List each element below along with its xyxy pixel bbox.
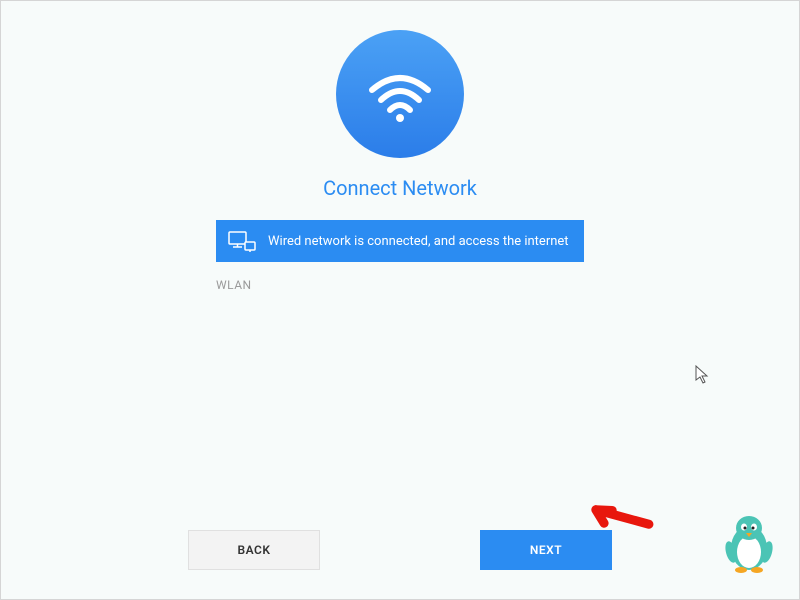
button-row: BACK NEXT	[0, 530, 800, 570]
penguin-mascot-icon	[723, 512, 775, 580]
main-container: Connect Network Wired network is connect…	[0, 0, 800, 292]
cursor-icon	[695, 365, 711, 389]
page-title: Connect Network	[323, 176, 477, 200]
network-status-text: Wired network is connected, and access t…	[268, 234, 569, 249]
network-status-bar[interactable]: Wired network is connected, and access t…	[216, 220, 584, 262]
wifi-hero-icon	[336, 30, 464, 158]
wired-network-icon	[228, 230, 256, 252]
wlan-section-label: WLAN	[216, 278, 584, 292]
next-button[interactable]: NEXT	[480, 530, 612, 570]
back-button[interactable]: BACK	[188, 530, 320, 570]
